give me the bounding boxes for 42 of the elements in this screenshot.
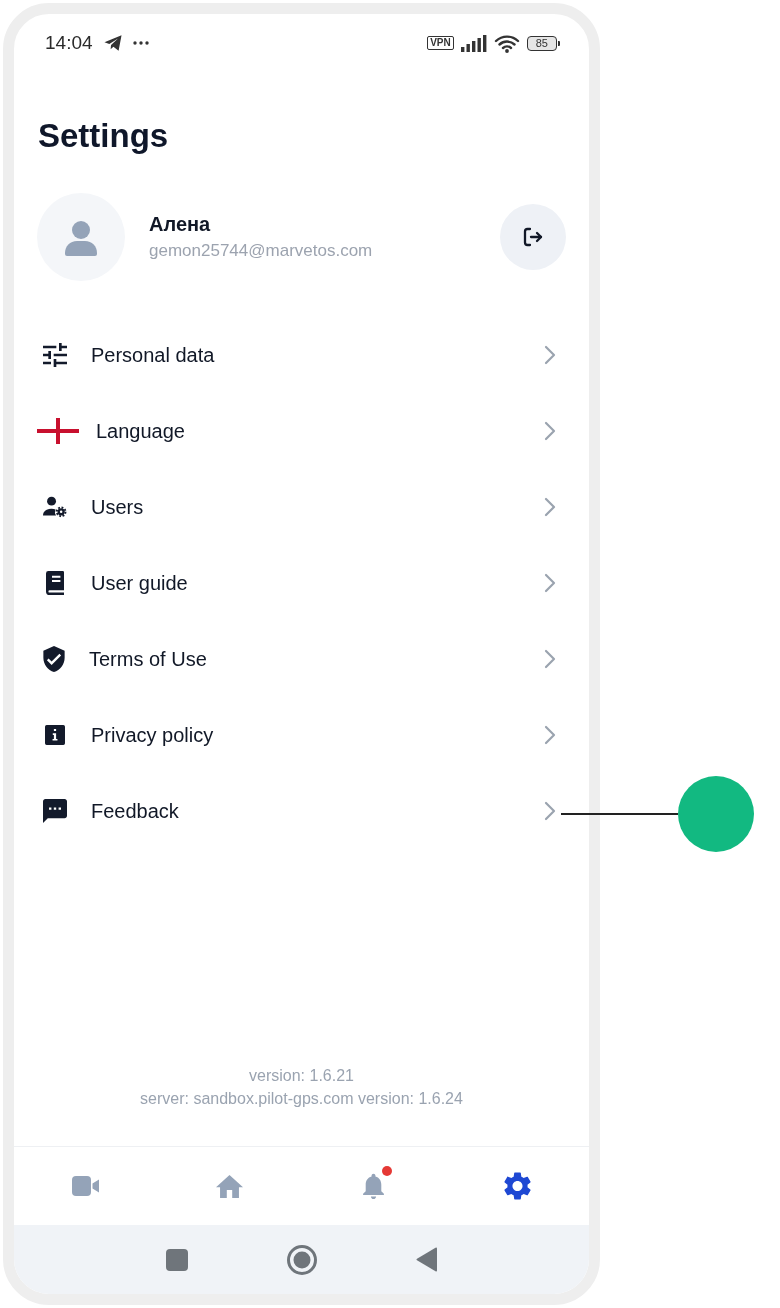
- page-title: Settings: [38, 116, 170, 156]
- chevron-right-icon: [544, 649, 556, 669]
- chevron-right-icon: [544, 345, 556, 365]
- avatar-icon: [37, 193, 125, 281]
- recent-apps-icon[interactable]: [165, 1248, 188, 1271]
- user-name: Алена: [149, 211, 212, 236]
- status-time: 14:04: [45, 31, 93, 55]
- logout-icon: [521, 225, 545, 249]
- vpn-indicator: VPN: [427, 36, 454, 50]
- settings-menu-item[interactable]: Feedback: [14, 773, 589, 849]
- home-button-icon[interactable]: [286, 1244, 317, 1275]
- bell-icon: [362, 1173, 384, 1199]
- battery-indicator: 85: [526, 35, 557, 51]
- settings-menu-item[interactable]: User guide: [14, 545, 589, 621]
- book-icon: [45, 571, 65, 595]
- chat-bubble-icon: [43, 799, 67, 823]
- signal-icon: [460, 34, 487, 52]
- sliders-icon: [43, 343, 67, 367]
- chevron-right-icon: [544, 801, 556, 821]
- shield-check-icon: [43, 646, 65, 672]
- settings-menu-item[interactable]: Language: [14, 393, 589, 469]
- video-camera-icon: [71, 1176, 100, 1196]
- settings-menu-item[interactable]: Users: [14, 469, 589, 545]
- settings-icon: [503, 1172, 531, 1200]
- user-gear-icon: [43, 496, 67, 518]
- app-version: version: 1.6.21: [248, 1066, 355, 1086]
- chevron-right-icon: [544, 725, 556, 745]
- chevron-right-icon: [544, 497, 556, 517]
- info-icon: [45, 725, 65, 745]
- wifi-icon: [493, 33, 520, 53]
- cross-flag-icon: [37, 418, 79, 444]
- more-dots-icon: [132, 41, 149, 45]
- home-icon: [216, 1174, 244, 1198]
- settings-menu-item[interactable]: Personal data: [14, 317, 589, 393]
- server-version: server: sandbox.pilot-gps.com version: 1.6.24: [139, 1089, 464, 1109]
- chevron-right-icon: [544, 421, 556, 441]
- paper-plane-icon: [103, 34, 122, 52]
- chevron-right-icon: [544, 573, 556, 593]
- settings-menu-item[interactable]: Terms of Use: [14, 621, 589, 697]
- user-email: gemon25744@marvetos.com: [149, 239, 373, 262]
- settings-menu-item[interactable]: Privacy policy: [14, 697, 589, 773]
- back-icon[interactable]: [415, 1247, 438, 1272]
